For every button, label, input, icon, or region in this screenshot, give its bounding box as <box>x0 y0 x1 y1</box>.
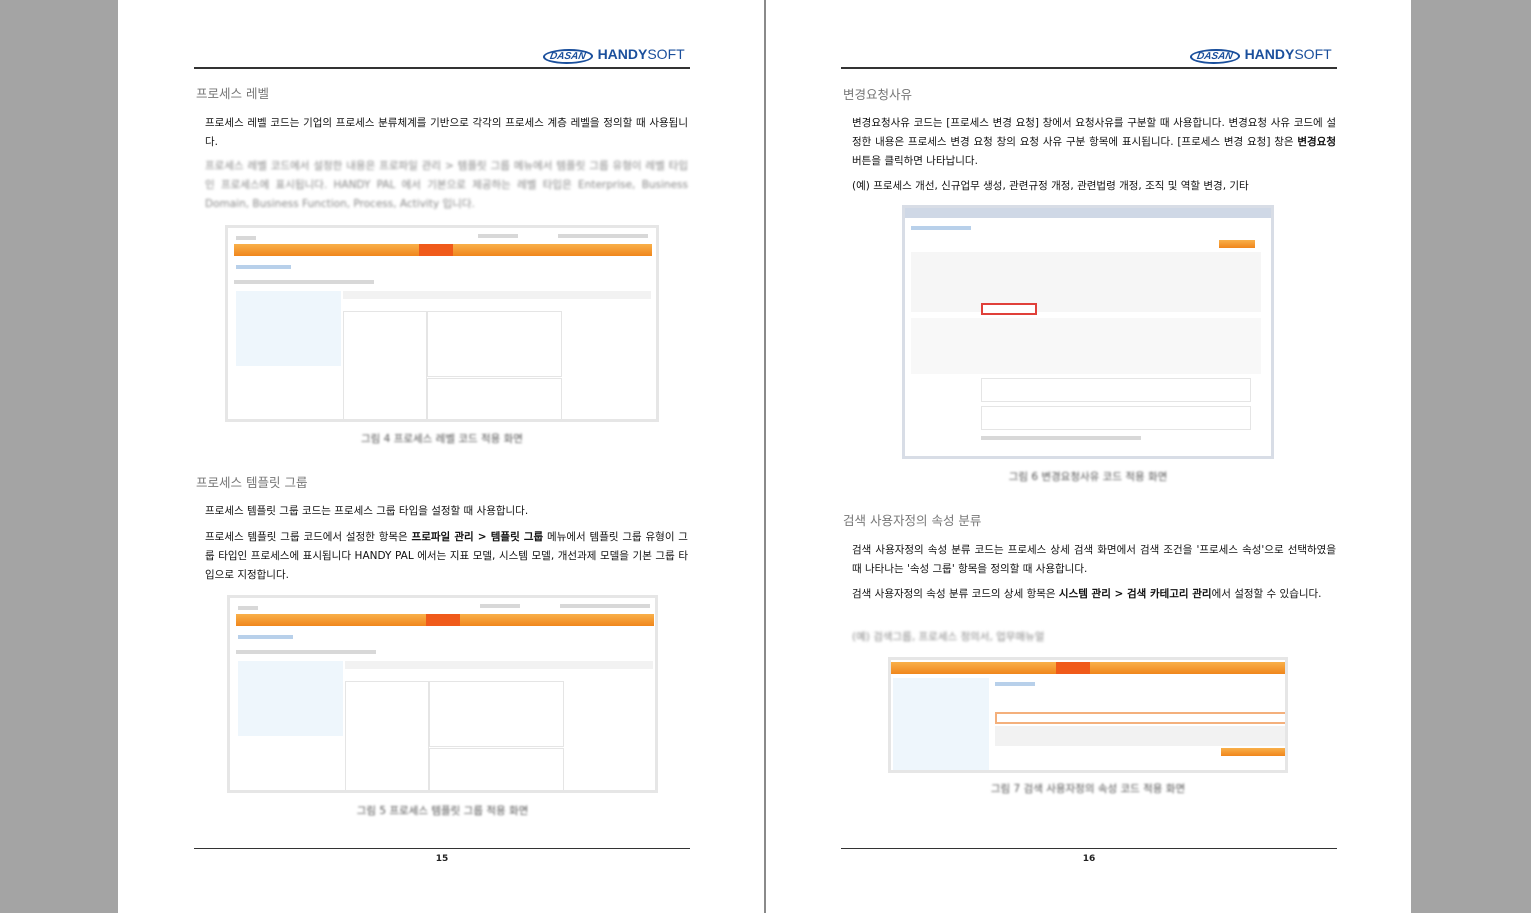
dialog-buttons <box>1219 240 1255 248</box>
detail-header <box>343 291 651 299</box>
document-page-15: DASAN HANDYSOFT 프로세스 레벨 프로세스 레벨 코드는 기업의 프… <box>118 0 764 913</box>
page-title-placeholder <box>238 635 293 639</box>
form-section <box>911 252 1261 312</box>
detail-field <box>427 378 562 419</box>
search-box-placeholder <box>478 234 518 238</box>
text-area <box>981 406 1251 430</box>
header-rule <box>194 67 690 69</box>
detail-header <box>345 661 653 669</box>
active-menu-tab <box>1056 662 1090 674</box>
highlighted-attribute-row <box>995 712 1285 724</box>
attachment-row-placeholder <box>981 436 1141 440</box>
paragraph: 변경요청사유 코드는 [프로세스 변경 요청] 창에서 요청사유를 구분할 때 … <box>852 114 1336 171</box>
paragraph: 프로세스 템플릿 그룹 코드에서 설정한 항목은 프로파일 관리 > 템플릿 그… <box>205 528 688 585</box>
detail-field <box>427 311 562 377</box>
menu-path: 프로파일 관리 > 템플릿 그룹 <box>411 531 544 543</box>
paragraph-blurred: 프로세스 레벨 코드에서 설정한 내용은 프로파일 관리 > 템플릿 그룹 메뉴… <box>205 160 688 210</box>
text: 에서 설정할 수 있습니다. <box>1211 588 1322 600</box>
footer-rule <box>194 848 690 849</box>
figure-screenshot <box>227 595 658 793</box>
dialog-title-placeholder <box>911 226 971 230</box>
active-menu-tab <box>426 614 460 626</box>
figure-caption: 그림 7 검색 사용자정의 속성 코드 적용 화면 <box>990 783 1186 795</box>
logo-handy: HANDY <box>1244 46 1295 62</box>
text: 변경요청사유 코드는 [프로세스 변경 요청] 창에서 요청사유를 구분할 때 … <box>852 117 1336 148</box>
menu-bar <box>234 244 652 256</box>
figure-screenshot <box>225 225 659 422</box>
logo-handy: HANDY <box>597 46 648 62</box>
paragraph: 검색 사용자정의 속성 분류 코드의 상세 항목은 시스템 관리 > 검색 카테… <box>852 585 1336 604</box>
section-heading: 검색 사용자정의 속성 분류 <box>843 513 982 528</box>
tree-panel <box>236 291 341 366</box>
logo-soft: SOFT <box>647 46 685 62</box>
page-number: 16 <box>1082 854 1096 864</box>
figure-caption: 그림 6 변경요청사유 코드 적용 화면 <box>1008 471 1168 483</box>
logo-soft: SOFT <box>1294 46 1332 62</box>
form-section <box>911 318 1261 374</box>
text: 프로세스 템플릿 그룹 코드에서 설정한 항목은 <box>205 531 412 543</box>
section-heading: 변경요청사유 <box>843 87 913 102</box>
paragraph: 프로세스 레벨 코드는 기업의 프로세스 분류체계를 기반으로 각각의 프로세스… <box>205 117 688 148</box>
menu-path: 시스템 관리 > 검색 카테고리 관리 <box>1058 588 1212 600</box>
top-links-placeholder <box>558 234 648 238</box>
footer-rule <box>841 848 1337 849</box>
text: 검색 사용자정의 속성 분류 코드의 상세 항목은 <box>852 588 1059 600</box>
text: 버튼을 클릭하면 나타납니다. <box>852 155 978 167</box>
example: (예) 프로세스 개선, 신규업무 생성, 관련규정 개정, 관련법령 개정, … <box>852 180 1249 192</box>
page-title-placeholder <box>236 265 291 269</box>
section-heading: 프로세스 레벨 <box>196 86 269 101</box>
search-box-placeholder <box>480 604 520 608</box>
button-name: 변경요청 <box>1297 136 1336 148</box>
paragraph: 검색 사용자정의 속성 분류 코드는 프로세스 상세 검색 화면에서 검색 조건… <box>852 544 1336 575</box>
filter-row-placeholder <box>234 280 374 284</box>
window-titlebar <box>905 208 1271 218</box>
filter-row-placeholder <box>236 650 376 654</box>
figure-caption: 그림 4 프로세스 레벨 코드 적용 화면 <box>361 433 523 445</box>
menu-bar <box>891 662 1285 674</box>
document-page-16: DASAN HANDYSOFT 변경요청사유 변경요청사유 코드는 [프로세스 변… <box>766 0 1411 913</box>
header-rule <box>841 67 1337 69</box>
figure-screenshot <box>902 205 1274 459</box>
dasan-logo-mark: DASAN <box>1188 49 1241 64</box>
figure-caption: 그림 5 프로세스 템플릿 그룹 적용 화면 <box>356 805 529 817</box>
dasan-logo-mark: DASAN <box>541 49 594 64</box>
active-menu-tab <box>419 244 453 256</box>
tree-panel <box>893 678 989 770</box>
tree-panel <box>238 661 343 736</box>
page-title-placeholder <box>995 682 1035 686</box>
handysoft-logo: DASAN HANDYSOFT <box>541 46 685 64</box>
detail-field <box>429 748 564 790</box>
highlighted-reason-select <box>981 303 1037 315</box>
action-buttons <box>1221 748 1285 756</box>
app-logo-placeholder <box>238 606 258 610</box>
section-heading: 프로세스 템플릿 그룹 <box>196 475 308 490</box>
text-area <box>981 378 1251 402</box>
paragraph: 프로세스 템플릿 그룹 코드는 프로세스 그룹 타입을 설정할 때 사용합니다. <box>205 505 529 517</box>
handysoft-logo: DASAN HANDYSOFT <box>1188 46 1332 64</box>
example-blurred: (예) 검색그룹, 프로세스 정의서, 업무매뉴얼 <box>852 631 1045 643</box>
page-number: 15 <box>435 854 449 864</box>
detail-label-column <box>343 311 427 419</box>
detail-field <box>429 681 564 747</box>
top-links-placeholder <box>560 604 650 608</box>
app-logo-placeholder <box>236 236 256 240</box>
form-section <box>995 726 1285 746</box>
menu-bar <box>236 614 654 626</box>
detail-label-column <box>345 681 429 790</box>
figure-screenshot <box>888 657 1288 773</box>
